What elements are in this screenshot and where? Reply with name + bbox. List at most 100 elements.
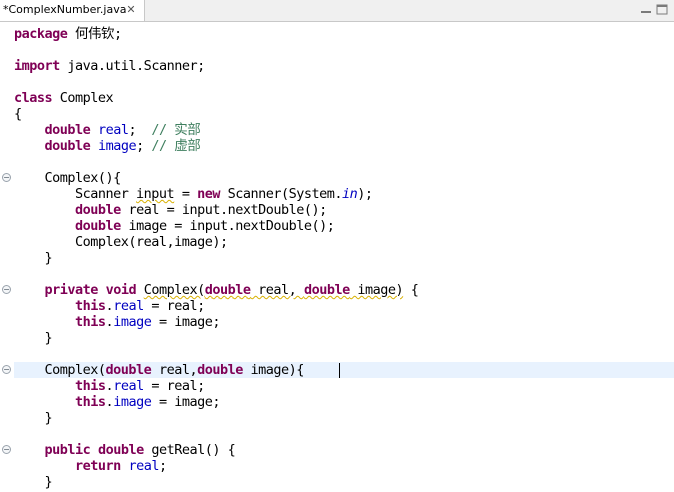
tab-complexnumber-java[interactable]: *ComplexNumber.java ✕: [0, 0, 145, 21]
code-token: image: [113, 314, 152, 330]
view-controls: [640, 4, 670, 16]
code-token: double: [105, 362, 152, 378]
fold-collapse-icon[interactable]: −: [2, 173, 11, 182]
code-token: }: [14, 330, 53, 346]
code-token: double: [197, 362, 243, 378]
code-token: real = input.nextDouble();: [120, 202, 327, 218]
code-token: }: [14, 410, 53, 426]
code-line[interactable]: double image; // 虚部: [14, 138, 201, 154]
code-area[interactable]: package 何伟钦; import java.util.Scanner; cla…: [14, 26, 674, 492]
code-token: = image;: [151, 314, 221, 330]
code-line[interactable]: private void Complex(double real, double…: [14, 282, 419, 298]
code-token: this: [75, 394, 106, 410]
text-caret: [339, 363, 340, 378]
code-line[interactable]: Complex(){: [14, 170, 122, 186]
code-token: = image;: [151, 394, 221, 410]
code-line[interactable]: public double getReal() {: [14, 442, 236, 458]
code-token: Scanner(System.: [219, 186, 343, 202]
code-line[interactable]: }: [14, 474, 53, 490]
code-token: image = input.nextDouble();: [120, 218, 335, 234]
code-token: =: [174, 186, 198, 202]
code-token: double: [44, 122, 91, 138]
tab-title: *ComplexNumber.java: [3, 3, 127, 16]
code-token: double: [204, 282, 251, 298]
code-line[interactable]: class Complex: [14, 90, 114, 106]
code-token: {: [14, 106, 22, 122]
minimize-icon[interactable]: [640, 4, 652, 16]
code-token: real: [113, 298, 144, 314]
code-token: Complex(: [143, 282, 206, 298]
code-token: import: [14, 58, 60, 74]
code-line[interactable]: }: [14, 410, 53, 426]
code-token: input: [136, 186, 175, 202]
code-token: image: [97, 138, 137, 154]
code-line[interactable]: Complex(real,image);: [14, 234, 228, 250]
code-line[interactable]: this.image = image;: [14, 394, 220, 410]
code-token: Scanner: [14, 186, 137, 202]
code-token: ;: [158, 458, 167, 474]
code-line[interactable]: }: [14, 250, 53, 266]
code-token: double: [75, 218, 121, 234]
fold-collapse-icon[interactable]: −: [2, 285, 11, 294]
fold-collapse-icon[interactable]: −: [2, 365, 11, 374]
fold-collapse-icon[interactable]: −: [2, 445, 11, 454]
code-token: ;: [128, 122, 152, 138]
code-line[interactable]: Scanner input = new Scanner(System.in);: [14, 186, 373, 202]
code-token: = real;: [143, 298, 205, 314]
code-line[interactable]: double image = input.nextDouble();: [14, 218, 335, 234]
code-token: public: [44, 442, 91, 458]
code-token: }: [14, 250, 53, 266]
code-line[interactable]: {: [14, 106, 22, 122]
maximize-icon[interactable]: [656, 4, 668, 16]
code-token: in: [342, 186, 358, 202]
code-token: getReal() {: [143, 442, 236, 458]
code-token: Complex(){: [14, 170, 122, 186]
code-line[interactable]: double real = input.nextDouble();: [14, 202, 327, 218]
code-token: );: [357, 186, 373, 202]
code-token: real,: [151, 362, 198, 378]
code-token: Complex(: [14, 362, 107, 378]
code-line[interactable]: this.image = image;: [14, 314, 220, 330]
code-token: // 虚部: [151, 138, 201, 154]
code-token: image: [113, 394, 152, 410]
code-token: }: [14, 474, 53, 490]
code-token: double: [75, 202, 121, 218]
code-token: = real;: [143, 378, 205, 394]
code-token: double: [303, 282, 350, 298]
code-token: image): [349, 282, 404, 298]
code-line[interactable]: }: [14, 330, 53, 346]
code-token: java.util.Scanner;: [59, 58, 205, 74]
code-token: real: [97, 122, 129, 138]
code-token: double: [44, 138, 91, 154]
code-token: // 实部: [151, 122, 201, 138]
code-line[interactable]: import java.util.Scanner;: [14, 58, 205, 74]
code-line[interactable]: this.real = real;: [14, 378, 205, 394]
code-line[interactable]: double real; // 实部: [14, 122, 201, 138]
code-line[interactable]: return real;: [14, 458, 167, 474]
code-token: {: [403, 282, 419, 298]
code-line[interactable]: this.real = real;: [14, 298, 205, 314]
close-icon[interactable]: ✕: [124, 3, 138, 17]
code-token: Complex(real,image);: [14, 234, 228, 250]
code-line[interactable]: package 何伟钦;: [14, 26, 122, 42]
code-token: image){: [242, 362, 312, 378]
code-token: real,: [250, 282, 304, 298]
code-token: double: [97, 442, 144, 458]
code-token: new: [197, 186, 220, 202]
code-line[interactable]: Complex(double real,double image){: [14, 362, 312, 378]
editor-tab-bar: *ComplexNumber.java ✕: [0, 0, 674, 22]
code-token: Complex: [52, 90, 114, 106]
